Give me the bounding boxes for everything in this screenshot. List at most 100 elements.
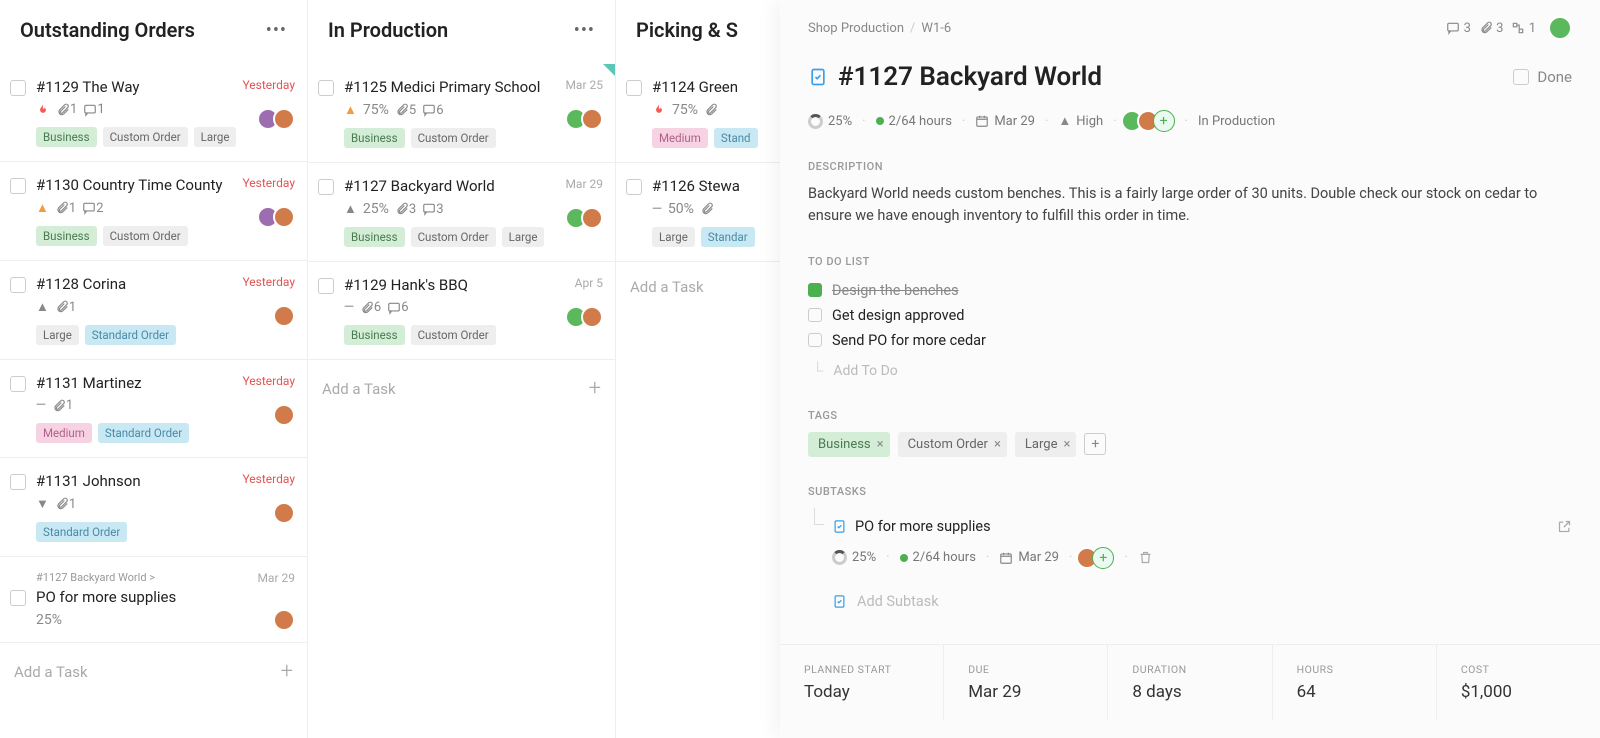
task-card[interactable]: #1128 Corina Yesterday ▲ 1 Large Standar…: [0, 261, 307, 360]
avatar[interactable]: [581, 306, 603, 328]
add-task-button[interactable]: Add a Task+: [308, 360, 615, 417]
add-assignee-button[interactable]: +: [1153, 110, 1175, 132]
tag[interactable]: Standard Order: [98, 423, 189, 443]
todo-checkbox[interactable]: [808, 333, 822, 347]
task-percent: 50%: [668, 201, 694, 217]
tag[interactable]: Stand: [714, 128, 758, 148]
tag-chip[interactable]: Large×: [1015, 432, 1077, 457]
tag[interactable]: Medium: [652, 128, 708, 148]
tag[interactable]: Medium: [36, 423, 92, 443]
task-checkbox[interactable]: [626, 80, 642, 96]
status-pill[interactable]: In Production: [1198, 114, 1275, 129]
avatar[interactable]: [273, 305, 295, 327]
due-cell[interactable]: DUE Mar 29: [944, 645, 1108, 720]
task-checkbox[interactable]: [318, 278, 334, 294]
description-text[interactable]: Backyard World needs custom benches. Thi…: [808, 183, 1572, 227]
hours-cell[interactable]: HOURS 64: [1273, 645, 1437, 720]
task-card[interactable]: #1130 Country Time County Yesterday ▲ 1 …: [0, 162, 307, 261]
task-card[interactable]: #1127 Backyard World > PO for more suppl…: [0, 557, 307, 643]
tag-chip[interactable]: Custom Order×: [898, 432, 1007, 457]
add-tag-button[interactable]: +: [1084, 433, 1106, 455]
avatar[interactable]: [273, 206, 295, 228]
add-todo-button[interactable]: └Add To Do: [808, 361, 1572, 381]
task-checkbox[interactable]: [318, 179, 334, 195]
remove-tag-icon[interactable]: ×: [994, 437, 1001, 452]
add-task-button[interactable]: Add a Task+: [0, 643, 307, 700]
priority-pill[interactable]: ▲High: [1058, 113, 1103, 129]
priority-none-icon: —: [36, 398, 46, 413]
plus-icon: +: [281, 659, 293, 684]
due-pill[interactable]: Mar 29: [975, 114, 1035, 129]
task-checkbox[interactable]: [318, 80, 334, 96]
cost-cell[interactable]: COST $1,000: [1437, 645, 1600, 720]
attachment-icon: 1: [55, 300, 76, 315]
task-date: Mar 29: [565, 177, 603, 191]
task-checkbox[interactable]: [10, 474, 26, 490]
tag[interactable]: Custom Order: [103, 127, 188, 147]
task-date: Yesterday: [242, 78, 295, 92]
task-card[interactable]: #1129 Hank's BBQ Apr 5 — 6 6 Business Cu…: [308, 262, 615, 360]
avatar[interactable]: [581, 207, 603, 229]
tag[interactable]: Custom Order: [411, 325, 496, 345]
add-assignee-button[interactable]: +: [1092, 547, 1114, 569]
avatar[interactable]: [273, 609, 295, 631]
tag-chip[interactable]: Business×: [808, 432, 890, 457]
task-checkbox[interactable]: [10, 376, 26, 392]
tag[interactable]: Business: [36, 226, 97, 246]
tag[interactable]: Business: [344, 128, 405, 148]
hours-pill[interactable]: 2/64 hours: [876, 114, 952, 129]
task-checkbox[interactable]: [626, 179, 642, 195]
task-percent: 75%: [672, 102, 698, 118]
planned-start-cell[interactable]: PLANNED START Today: [780, 645, 944, 720]
task-card[interactable]: #1127 Backyard World Mar 29 ▲ 25% 3 3 Bu…: [308, 163, 615, 262]
tag[interactable]: Standard Order: [36, 522, 127, 542]
column-outstanding: Outstanding Orders ••• #1129 The Way Yes…: [0, 0, 308, 738]
subtask-count-icon[interactable]: 1: [1511, 21, 1536, 36]
task-checkbox[interactable]: [10, 80, 26, 96]
subtask-item[interactable]: PO for more supplies 25% · 2/64 hours · …: [808, 508, 1572, 579]
todo-item[interactable]: Send PO for more cedar: [808, 328, 1572, 353]
parent-task-link[interactable]: #1127 Backyard World >: [10, 571, 297, 588]
avatar[interactable]: [273, 502, 295, 524]
tag[interactable]: Business: [36, 127, 97, 147]
task-card[interactable]: #1125 Medici Primary School Mar 25 ▲ 75%…: [308, 64, 615, 163]
todo-item[interactable]: Get design approved: [808, 303, 1572, 328]
attachment-count-icon[interactable]: 3: [1479, 21, 1504, 36]
tag[interactable]: Large: [194, 127, 237, 147]
task-checkbox[interactable]: [10, 178, 26, 194]
task-card[interactable]: #1131 Martinez Yesterday — 1 Medium Stan…: [0, 360, 307, 458]
avatar[interactable]: [273, 108, 295, 130]
avatar[interactable]: [581, 108, 603, 130]
todo-checkbox[interactable]: [808, 308, 822, 322]
task-checkbox[interactable]: [10, 590, 26, 606]
column-menu-icon[interactable]: •••: [574, 20, 595, 41]
task-card[interactable]: #1131 Johnson Yesterday ▼ 1 Standard Ord…: [0, 458, 307, 557]
delete-subtask-icon[interactable]: [1138, 550, 1153, 565]
tag[interactable]: Large: [652, 227, 695, 247]
add-subtask-button[interactable]: Add Subtask: [808, 579, 1572, 634]
avatar[interactable]: [273, 404, 295, 426]
todo-checkbox[interactable]: [808, 283, 822, 297]
breadcrumb[interactable]: Shop Production/W1-6: [808, 21, 951, 36]
tag[interactable]: Large: [36, 325, 79, 345]
tag[interactable]: Custom Order: [411, 227, 496, 247]
comment-count-icon[interactable]: 3: [1446, 21, 1471, 36]
remove-tag-icon[interactable]: ×: [1063, 437, 1070, 452]
done-toggle[interactable]: Done: [1513, 68, 1572, 86]
tag[interactable]: Business: [344, 325, 405, 345]
tag[interactable]: Custom Order: [103, 226, 188, 246]
task-checkbox[interactable]: [10, 277, 26, 293]
column-menu-icon[interactable]: •••: [266, 20, 287, 41]
tag[interactable]: Business: [344, 227, 405, 247]
task-card[interactable]: #1129 The Way Yesterday 1 1 Business Cus…: [0, 64, 307, 162]
tag[interactable]: Standard Order: [85, 325, 176, 345]
duration-cell[interactable]: DURATION 8 days: [1108, 645, 1272, 720]
tag[interactable]: Large: [502, 227, 545, 247]
tag[interactable]: Custom Order: [411, 128, 496, 148]
todo-item[interactable]: Design the benches: [808, 278, 1572, 303]
open-external-icon[interactable]: [1557, 519, 1572, 534]
remove-tag-icon[interactable]: ×: [877, 437, 884, 452]
progress-pill[interactable]: 25%: [808, 114, 852, 129]
avatar[interactable]: [1548, 16, 1572, 40]
tag[interactable]: Standar: [701, 227, 755, 247]
